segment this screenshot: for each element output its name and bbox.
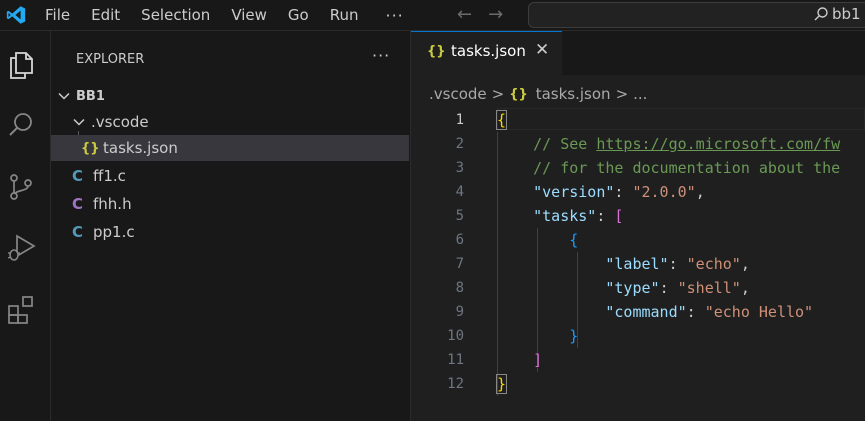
explorer-more-icon[interactable]: ··· — [372, 46, 390, 65]
code-line: 5 "tasks": [ — [411, 204, 865, 228]
search-activity-icon[interactable] — [5, 109, 37, 141]
close-icon[interactable]: ✕ — [535, 40, 549, 60]
line-number: 1 — [455, 112, 464, 128]
forward-arrow-icon[interactable]: → — [488, 4, 503, 25]
tree-file-pp1-c[interactable]: C pp1.c — [51, 219, 409, 245]
line-text: // See https://go.microsoft.com/fw — [533, 135, 841, 153]
menu-run[interactable]: Run — [330, 6, 359, 24]
chevron-right-icon: > — [491, 85, 505, 103]
file-label: pp1.c — [93, 223, 135, 241]
breadcrumb: .vscode > {} tasks.json > ... — [429, 84, 647, 104]
file-label: fhh.h — [93, 195, 132, 213]
code-line: 6 { — [411, 228, 865, 252]
tree-file-fhh-h[interactable]: C fhh.h — [51, 191, 409, 217]
line-number: 10 — [447, 328, 464, 344]
documentation-link[interactable]: https://go.microsoft.com/fw — [596, 135, 840, 153]
tree-file-ff1-c[interactable]: C ff1.c — [51, 163, 409, 189]
line-number: 6 — [455, 232, 464, 248]
line-number: 9 — [455, 304, 464, 320]
code-line: 4 "version": "2.0.0", — [411, 180, 865, 204]
folder-label: .vscode — [91, 113, 149, 131]
code-line: 1 { — [411, 108, 865, 132]
c-file-icon: C — [72, 167, 84, 185]
chevron-right-icon: > — [615, 85, 629, 103]
tab-label: tasks.json — [451, 42, 526, 60]
explorer-files-icon[interactable] — [5, 49, 37, 81]
explorer-sidebar: EXPLORER ··· BB1 .vscode {} tasks.json C… — [51, 31, 411, 421]
code-line: 12 } — [411, 372, 865, 396]
tab-tasks-json[interactable]: {} tasks.json ✕ — [411, 31, 562, 76]
run-debug-icon[interactable] — [5, 231, 37, 263]
json-file-icon: {} — [427, 44, 446, 59]
code-line: 10 } — [411, 324, 865, 348]
code-line: 2 // See https://go.microsoft.com/fw — [411, 132, 865, 156]
line-text: } — [495, 374, 508, 394]
code-line: 3 // for the documentation about the — [411, 156, 865, 180]
vscode-logo-icon[interactable] — [6, 5, 26, 25]
line-number: 12 — [447, 376, 464, 392]
line-number: 11 — [447, 352, 464, 368]
tree-folder-vscode[interactable]: .vscode — [51, 109, 409, 135]
extensions-icon[interactable] — [5, 293, 37, 325]
code-line: 7 "label": "echo", — [411, 252, 865, 276]
back-arrow-icon[interactable]: ← — [457, 4, 472, 25]
line-text: "tasks": [ — [533, 207, 624, 225]
line-number: 2 — [455, 136, 464, 152]
search-text: bb1 — [832, 5, 861, 23]
json-file-icon: {} — [509, 86, 528, 102]
code-line: 8 "type": "shell", — [411, 276, 865, 300]
breadcrumb-folder[interactable]: .vscode — [429, 85, 487, 103]
activity-bar — [0, 31, 51, 421]
editor-area: {} tasks.json ✕ .vscode > {} tasks.json … — [411, 31, 865, 421]
breadcrumb-tail[interactable]: ... — [633, 85, 647, 103]
line-text: } — [569, 327, 579, 345]
menu-go[interactable]: Go — [288, 6, 309, 24]
explorer-title: EXPLORER — [76, 52, 145, 67]
search-icon — [814, 7, 828, 21]
title-bar: File Edit Selection View Go Run ··· ← → … — [0, 0, 865, 31]
source-control-icon[interactable] — [5, 171, 37, 203]
command-center-search[interactable]: bb1 — [528, 2, 865, 28]
line-text: "command": "echo Hello" — [605, 303, 814, 321]
menu-view[interactable]: View — [231, 6, 267, 24]
line-text: "type": "shell", — [605, 279, 750, 297]
menu-more-icon[interactable]: ··· — [386, 6, 404, 25]
root-folder-label: BB1 — [76, 88, 105, 104]
breadcrumb-file[interactable]: tasks.json — [536, 85, 611, 103]
line-number: 4 — [455, 184, 464, 200]
nav-arrows: ← → — [457, 4, 503, 25]
header-file-icon: C — [72, 195, 84, 213]
code-line: 11 ] — [411, 348, 865, 372]
line-text: "version": "2.0.0", — [533, 183, 705, 201]
line-number: 3 — [455, 160, 464, 176]
line-number: 5 — [455, 208, 464, 224]
menu-bar: File Edit Selection View Go Run ··· — [45, 0, 425, 30]
line-text: // for the documentation about the — [533, 159, 841, 177]
file-label: tasks.json — [103, 139, 178, 157]
tree-root-bb1[interactable]: BB1 — [51, 83, 409, 109]
line-text: "label": "echo", — [605, 255, 750, 273]
c-file-icon: C — [72, 223, 84, 241]
json-file-icon: {} — [81, 140, 100, 156]
line-number: 7 — [455, 256, 464, 272]
chevron-down-icon — [73, 118, 85, 126]
line-text: ] — [533, 351, 543, 369]
code-line: 9 "command": "echo Hello" — [411, 300, 865, 324]
tree-file-tasks-json[interactable]: {} tasks.json — [51, 135, 409, 161]
menu-file[interactable]: File — [45, 6, 70, 24]
current-line-highlight — [497, 108, 865, 130]
file-label: ff1.c — [93, 167, 126, 185]
line-text: { — [495, 110, 508, 130]
menu-selection[interactable]: Selection — [141, 6, 210, 24]
tab-strip: {} tasks.json ✕ — [411, 31, 865, 76]
menu-edit[interactable]: Edit — [91, 6, 120, 24]
line-number: 8 — [455, 280, 464, 296]
chevron-down-icon — [58, 92, 70, 100]
line-text: { — [569, 231, 579, 249]
code-editor[interactable]: 1 { 2 // See https://go.microsoft.com/fw… — [411, 108, 865, 421]
